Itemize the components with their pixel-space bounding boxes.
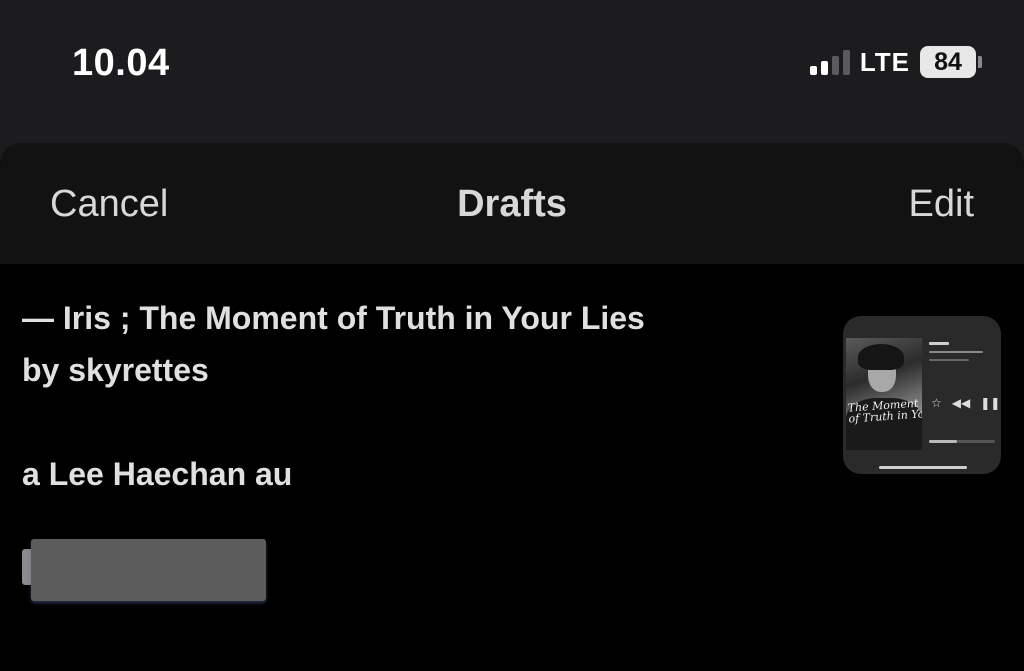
signal-bar [842,50,850,75]
edit-button[interactable]: Edit [909,183,974,226]
cover-figure-hair [858,344,904,370]
status-time: 10.04 [72,42,170,84]
drafts-sheet: Cancel Drafts Edit — Iris ; The Moment o… [0,143,1024,671]
track-progress-line [929,359,969,361]
star-icon: ☆ [931,396,942,410]
draft-author-line: by skyrettes [22,352,209,388]
cover-title: The Moment of Truth in Your Lies [847,397,922,426]
volume-slider [929,440,995,443]
draft-attachment-thumbnail[interactable]: The Moment of Truth in Your Lies ☆ ◀◀ ❚❚ [843,316,1001,474]
draft-list-item[interactable]: — Iris ; The Moment of Truth in Your Lie… [0,264,1024,671]
nav-bar: Cancel Drafts Edit [0,143,1024,264]
track-title-line [929,342,949,345]
draft-description-line: a Lee Haechan au [22,456,293,492]
track-info-lines [929,342,989,367]
battery-level: 84 [920,46,976,78]
status-bar: 10.04 LTE 84 [0,0,1024,160]
track-artist-line [929,351,983,353]
album-cover-image: The Moment of Truth in Your Lies [846,338,922,450]
network-type: LTE [859,46,910,77]
status-indicators: LTE 84 [809,44,982,80]
pause-icon: ❚❚ [980,396,1001,410]
signal-bar [831,56,839,75]
rewind-icon: ◀◀ [951,396,971,410]
cancel-button[interactable]: Cancel [50,183,168,226]
home-indicator [879,466,967,469]
redacted-text-edge [22,549,31,585]
player-controls: ☆ ◀◀ ❚❚ [931,396,1000,410]
drafts-screen: 10.04 LTE 84 Cancel Drafts Edit — Iris ;… [0,0,1024,671]
redacted-block [31,539,266,601]
cellular-signal-icon [809,49,850,75]
draft-title-line: — Iris ; The Moment of Truth in Your Lie… [22,300,645,336]
draft-preview-text: — Iris ; The Moment of Truth in Your Lie… [22,292,812,500]
battery-cap [978,56,982,68]
signal-bar [809,66,817,75]
battery-icon: 84 [920,46,982,78]
signal-bar [820,61,828,75]
